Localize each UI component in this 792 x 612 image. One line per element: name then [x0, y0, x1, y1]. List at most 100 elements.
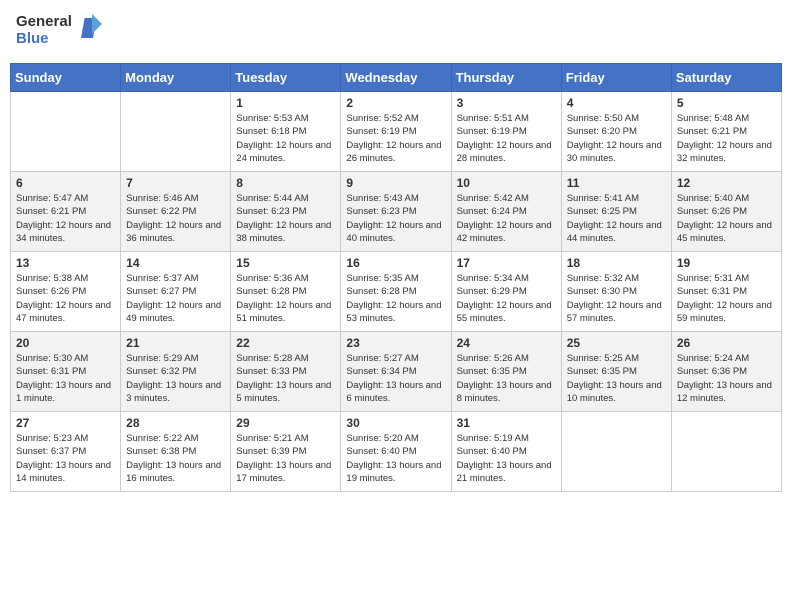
day-info: Sunrise: 5:43 AM Sunset: 6:23 PM Dayligh… — [346, 192, 445, 245]
day-number: 25 — [567, 336, 666, 350]
day-cell — [561, 412, 671, 492]
day-number: 4 — [567, 96, 666, 110]
day-cell: 5Sunrise: 5:48 AM Sunset: 6:21 PM Daylig… — [671, 92, 781, 172]
day-cell: 26 Sunrise: 5:24 AM Sunset: 6:36 PM Dayli… — [671, 332, 781, 412]
day-info: Sunrise: 5:51 AM Sunset: 6:19 PM Dayligh… — [457, 112, 556, 165]
day-number: 11 — [567, 176, 666, 190]
day-cell: 8Sunrise: 5:44 AM Sunset: 6:23 PM Daylig… — [231, 172, 341, 252]
day-cell — [11, 92, 121, 172]
day-cell: 17Sunrise: 5:34 AM Sunset: 6:29 PM Dayli… — [451, 252, 561, 332]
svg-text:General: General — [16, 13, 72, 30]
calendar-table: SundayMondayTuesdayWednesdayThursdayFrid… — [10, 63, 782, 492]
day-cell: 13Sunrise: 5:38 AM Sunset: 6:26 PM Dayli… — [11, 252, 121, 332]
week-row-3: 13Sunrise: 5:38 AM Sunset: 6:26 PM Dayli… — [11, 252, 782, 332]
day-number: 7 — [126, 176, 225, 190]
day-number: 26 — [677, 336, 776, 350]
day-cell: 20 Sunrise: 5:30 AM Sunset: 6:31 PM Dayli… — [11, 332, 121, 412]
day-header-monday: Monday — [121, 64, 231, 92]
day-header-thursday: Thursday — [451, 64, 561, 92]
day-cell: 15 Sunrise: 5:36 AM Sunset: 6:28 PM Dayli… — [231, 252, 341, 332]
day-cell: 7Sunrise: 5:46 AM Sunset: 6:22 PM Daylig… — [121, 172, 231, 252]
day-number: 13 — [16, 256, 115, 270]
day-number: 14 — [126, 256, 225, 270]
day-info: Sunrise: 5:20 AM Sunset: 6:40 PM Dayligh… — [346, 432, 445, 485]
day-cell: 27Sunrise: 5:23 AM Sunset: 6:37 PM Dayli… — [11, 412, 121, 492]
day-number: 15 — [236, 256, 335, 270]
day-cell: 3 Sunrise: 5:51 AM Sunset: 6:19 PM Daylig… — [451, 92, 561, 172]
day-info: Sunrise: 5:41 AM Sunset: 6:25 PM Dayligh… — [567, 192, 666, 245]
day-number: 30 — [346, 416, 445, 430]
day-header-friday: Friday — [561, 64, 671, 92]
day-cell: 11 Sunrise: 5:41 AM Sunset: 6:25 PM Dayli… — [561, 172, 671, 252]
day-info: Sunrise: 5:34 AM Sunset: 6:29 PM Dayligh… — [457, 272, 556, 325]
day-info: Sunrise: 5:40 AM Sunset: 6:26 PM Dayligh… — [677, 192, 776, 245]
day-number: 10 — [457, 176, 556, 190]
day-number: 31 — [457, 416, 556, 430]
day-header-tuesday: Tuesday — [231, 64, 341, 92]
day-cell: 28 Sunrise: 5:22 AM Sunset: 6:38 PM Dayli… — [121, 412, 231, 492]
svg-text:Blue: Blue — [16, 30, 49, 47]
day-number: 20 — [16, 336, 115, 350]
day-info: Sunrise: 5:25 AM Sunset: 6:35 PM Dayligh… — [567, 352, 666, 405]
day-cell — [121, 92, 231, 172]
day-number: 22 — [236, 336, 335, 350]
day-number: 9 — [346, 176, 445, 190]
day-info: Sunrise: 5:35 AM Sunset: 6:28 PM Dayligh… — [346, 272, 445, 325]
day-info: Sunrise: 5:53 AM Sunset: 6:18 PM Dayligh… — [236, 112, 335, 165]
day-cell: 23 Sunrise: 5:27 AM Sunset: 6:34 PM Dayli… — [341, 332, 451, 412]
day-cell: 18 Sunrise: 5:32 AM Sunset: 6:30 PM Dayli… — [561, 252, 671, 332]
day-cell: 22 Sunrise: 5:28 AM Sunset: 6:33 PM Dayli… — [231, 332, 341, 412]
week-row-1: 1Sunrise: 5:53 AM Sunset: 6:18 PM Daylig… — [11, 92, 782, 172]
day-info: Sunrise: 5:22 AM Sunset: 6:38 PM Dayligh… — [126, 432, 225, 485]
day-cell: 14 Sunrise: 5:37 AM Sunset: 6:27 PM Dayli… — [121, 252, 231, 332]
day-number: 21 — [126, 336, 225, 350]
day-cell — [671, 412, 781, 492]
day-cell: 2 Sunrise: 5:52 AM Sunset: 6:19 PM Daylig… — [341, 92, 451, 172]
day-number: 28 — [126, 416, 225, 430]
day-info: Sunrise: 5:37 AM Sunset: 6:27 PM Dayligh… — [126, 272, 225, 325]
day-number: 6 — [16, 176, 115, 190]
day-cell: 12 Sunrise: 5:40 AM Sunset: 6:26 PM Dayli… — [671, 172, 781, 252]
day-info: Sunrise: 5:26 AM Sunset: 6:35 PM Dayligh… — [457, 352, 556, 405]
day-info: Sunrise: 5:28 AM Sunset: 6:33 PM Dayligh… — [236, 352, 335, 405]
day-number: 16 — [346, 256, 445, 270]
day-number: 24 — [457, 336, 556, 350]
day-cell: 19 Sunrise: 5:31 AM Sunset: 6:31 PM Dayli… — [671, 252, 781, 332]
day-cell: 21 Sunrise: 5:29 AM Sunset: 6:32 PM Dayli… — [121, 332, 231, 412]
day-info: Sunrise: 5:52 AM Sunset: 6:19 PM Dayligh… — [346, 112, 445, 165]
day-cell: 29 Sunrise: 5:21 AM Sunset: 6:39 PM Dayli… — [231, 412, 341, 492]
day-cell: 30 Sunrise: 5:20 AM Sunset: 6:40 PM Dayli… — [341, 412, 451, 492]
day-cell: 16 Sunrise: 5:35 AM Sunset: 6:28 PM Dayli… — [341, 252, 451, 332]
day-info: Sunrise: 5:27 AM Sunset: 6:34 PM Dayligh… — [346, 352, 445, 405]
day-info: Sunrise: 5:24 AM Sunset: 6:36 PM Dayligh… — [677, 352, 776, 405]
day-info: Sunrise: 5:32 AM Sunset: 6:30 PM Dayligh… — [567, 272, 666, 325]
day-cell: 10 Sunrise: 5:42 AM Sunset: 6:24 PM Dayli… — [451, 172, 561, 252]
week-row-5: 27Sunrise: 5:23 AM Sunset: 6:37 PM Dayli… — [11, 412, 782, 492]
day-number: 19 — [677, 256, 776, 270]
day-info: Sunrise: 5:42 AM Sunset: 6:24 PM Dayligh… — [457, 192, 556, 245]
day-cell: 1Sunrise: 5:53 AM Sunset: 6:18 PM Daylig… — [231, 92, 341, 172]
day-cell: 4 Sunrise: 5:50 AM Sunset: 6:20 PM Daylig… — [561, 92, 671, 172]
day-header-sunday: Sunday — [11, 64, 121, 92]
day-info: Sunrise: 5:21 AM Sunset: 6:39 PM Dayligh… — [236, 432, 335, 485]
day-info: Sunrise: 5:48 AM Sunset: 6:21 PM Dayligh… — [677, 112, 776, 165]
day-number: 29 — [236, 416, 335, 430]
day-number: 27 — [16, 416, 115, 430]
day-info: Sunrise: 5:36 AM Sunset: 6:28 PM Dayligh… — [236, 272, 335, 325]
day-cell: 24 Sunrise: 5:26 AM Sunset: 6:35 PM Dayli… — [451, 332, 561, 412]
day-number: 18 — [567, 256, 666, 270]
day-number: 3 — [457, 96, 556, 110]
day-info: Sunrise: 5:30 AM Sunset: 6:31 PM Dayligh… — [16, 352, 115, 405]
day-number: 23 — [346, 336, 445, 350]
day-header-wednesday: Wednesday — [341, 64, 451, 92]
day-number: 12 — [677, 176, 776, 190]
day-info: Sunrise: 5:31 AM Sunset: 6:31 PM Dayligh… — [677, 272, 776, 325]
week-row-4: 20 Sunrise: 5:30 AM Sunset: 6:31 PM Dayli… — [11, 332, 782, 412]
day-number: 2 — [346, 96, 445, 110]
day-info: Sunrise: 5:29 AM Sunset: 6:32 PM Dayligh… — [126, 352, 225, 405]
header-row: SundayMondayTuesdayWednesdayThursdayFrid… — [11, 64, 782, 92]
day-cell: 6Sunrise: 5:47 AM Sunset: 6:21 PM Daylig… — [11, 172, 121, 252]
day-info: Sunrise: 5:19 AM Sunset: 6:40 PM Dayligh… — [457, 432, 556, 485]
day-number: 8 — [236, 176, 335, 190]
day-info: Sunrise: 5:50 AM Sunset: 6:20 PM Dayligh… — [567, 112, 666, 165]
